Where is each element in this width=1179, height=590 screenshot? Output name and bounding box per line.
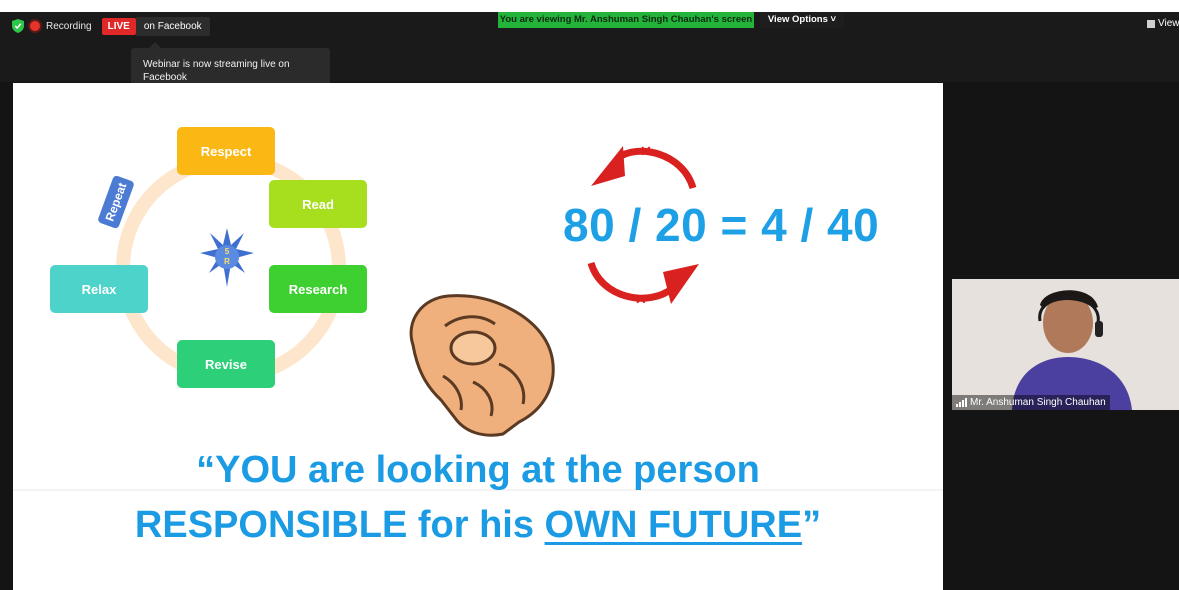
meeting-status-bar: Recording LIVE on Facebook bbox=[12, 16, 210, 36]
pointing-hand-image bbox=[409, 294, 555, 437]
svg-text:✕: ✕ bbox=[640, 143, 652, 159]
cycle-step-revise: Revise bbox=[177, 340, 275, 388]
participant-name-tag: Mr. Anshuman Singh Chauhan bbox=[952, 395, 1110, 410]
live-platform-label[interactable]: on Facebook bbox=[135, 16, 210, 36]
participant-name: Mr. Anshuman Singh Chauhan bbox=[970, 397, 1106, 408]
viewing-screen-banner: You are viewing Mr. Anshuman Singh Chauh… bbox=[498, 12, 754, 28]
top-border bbox=[0, 0, 1179, 12]
quote-line-2-prefix: RESPONSIBLE for his bbox=[134, 504, 545, 546]
quote-line-2-suffix: ” bbox=[802, 504, 822, 546]
recording-icon[interactable] bbox=[30, 21, 40, 31]
view-button[interactable]: View bbox=[1147, 18, 1179, 29]
quote-underlined-text: OWN FUTURE bbox=[544, 504, 803, 546]
cycle-step-relax: Relax bbox=[50, 265, 148, 313]
cycle-step-research: Research bbox=[269, 265, 367, 313]
participant-video bbox=[952, 279, 1179, 410]
sun-label-bottom: R bbox=[224, 257, 230, 266]
quote-line-2: RESPONSIBLE for his OWN FUTURE” bbox=[13, 504, 943, 547]
view-options-label: View Options bbox=[767, 14, 828, 25]
view-label: View bbox=[1158, 18, 1179, 29]
signal-icon bbox=[956, 398, 967, 407]
svg-text:✕: ✕ bbox=[635, 291, 647, 307]
quote-line-1: “YOU are looking at the person bbox=[196, 449, 760, 491]
live-badge[interactable]: LIVE bbox=[101, 17, 136, 35]
sun-icon: 5 R bbox=[200, 228, 254, 287]
recording-label: Recording bbox=[46, 20, 92, 32]
cycle-step-respect: Respect bbox=[177, 127, 275, 175]
chevron-down-icon: ˅ bbox=[830, 14, 837, 25]
equation-text: 80 / 20 = 4 / 40 bbox=[563, 199, 880, 251]
sun-label-top: 5 bbox=[225, 247, 230, 256]
view-options-button[interactable]: View Options ˅ bbox=[760, 12, 844, 28]
cycle-step-read: Read bbox=[269, 180, 367, 228]
grid-view-icon bbox=[1147, 19, 1155, 28]
participant-video-tile[interactable]: Mr. Anshuman Singh Chauhan bbox=[952, 279, 1179, 410]
shared-screen-slide: Respect Read Research Revise Relax Repea… bbox=[13, 83, 943, 590]
shield-icon[interactable] bbox=[12, 19, 24, 33]
